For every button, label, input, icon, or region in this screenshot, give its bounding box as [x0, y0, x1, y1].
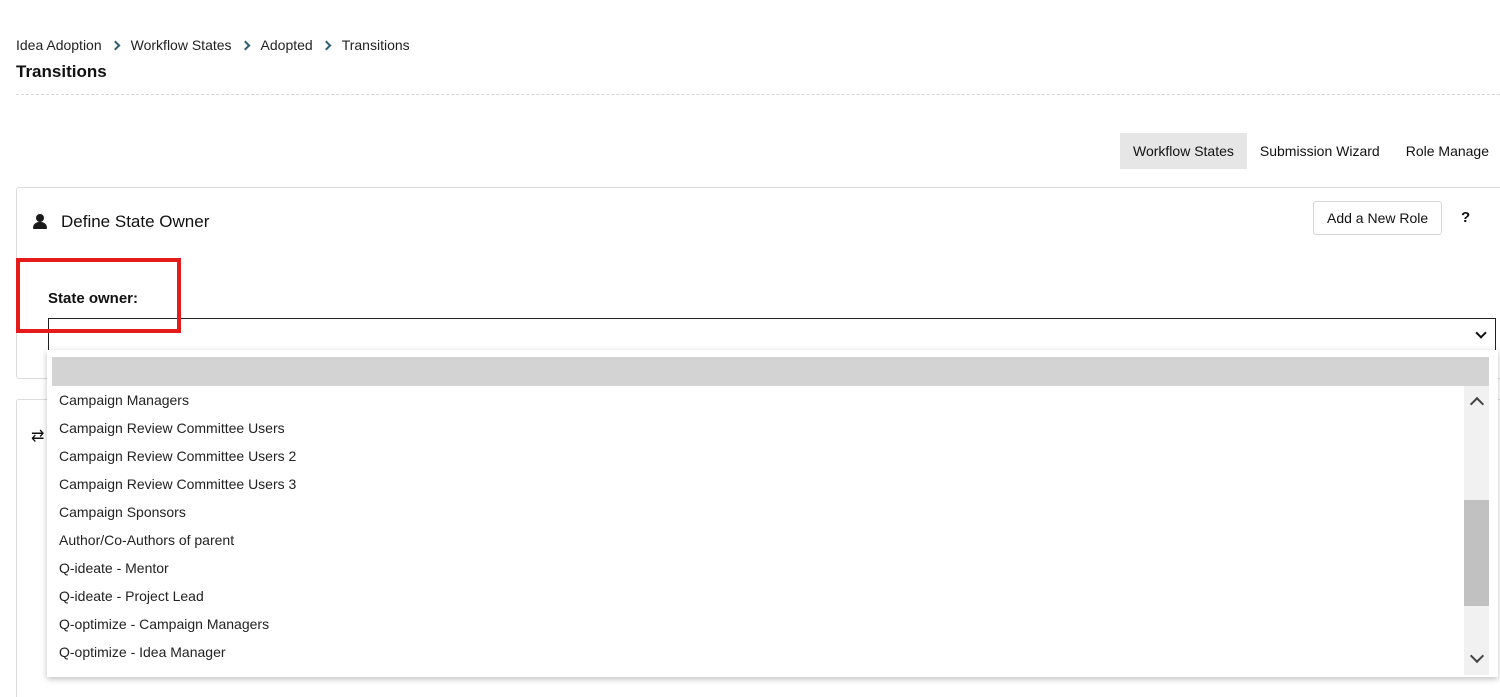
- tab-bar: Workflow States Submission Wizard Role M…: [1120, 133, 1500, 169]
- card-title: Define State Owner: [61, 212, 210, 231]
- option-campaign-review-committee-users[interactable]: Campaign Review Committee Users: [47, 414, 1463, 442]
- option-campaign-sponsors[interactable]: Campaign Sponsors: [47, 498, 1463, 526]
- breadcrumb-transitions[interactable]: Transitions: [342, 37, 410, 53]
- tab-workflow-states[interactable]: Workflow States: [1120, 133, 1247, 169]
- scroll-up-arrow-icon[interactable]: [1464, 386, 1489, 414]
- state-owner-label: State owner:: [48, 290, 139, 307]
- help-icon[interactable]: ?: [1461, 209, 1470, 226]
- option-list: Campaign Managers Campaign Review Commit…: [47, 386, 1463, 666]
- breadcrumb-idea-adoption[interactable]: Idea Adoption: [16, 37, 102, 53]
- blank-option[interactable]: [52, 357, 1489, 386]
- option-q-ideate-mentor[interactable]: Q-ideate - Mentor: [47, 554, 1463, 582]
- tab-submission-wizard[interactable]: Submission Wizard: [1247, 133, 1393, 169]
- option-campaign-review-committee-users-3[interactable]: Campaign Review Committee Users 3: [47, 470, 1463, 498]
- option-author-co-authors-of-parent[interactable]: Author/Co-Authors of parent: [47, 526, 1463, 554]
- option-campaign-review-committee-users-2[interactable]: Campaign Review Committee Users 2: [47, 442, 1463, 470]
- transfer-arrows-icon: ⇄: [31, 428, 45, 445]
- add-new-role-button[interactable]: Add a New Role: [1313, 201, 1443, 235]
- option-campaign-managers[interactable]: Campaign Managers: [47, 386, 1463, 414]
- chevron-right-icon: [240, 40, 250, 50]
- breadcrumb-adopted[interactable]: Adopted: [261, 37, 313, 53]
- state-owner-dropdown-list: Campaign Managers Campaign Review Commit…: [47, 350, 1498, 677]
- tab-role-manager[interactable]: Role Manage: [1393, 133, 1500, 169]
- scrollbar-thumb[interactable]: [1464, 500, 1489, 606]
- user-icon: [33, 214, 47, 230]
- breadcrumb: Idea Adoption Workflow States Adopted Tr…: [16, 37, 410, 53]
- scroll-down-arrow-icon[interactable]: [1464, 647, 1489, 675]
- chevron-right-icon: [110, 40, 121, 50]
- card-header: Define State Owner: [33, 212, 209, 232]
- option-q-optimize-campaign-managers[interactable]: Q-optimize - Campaign Managers: [47, 610, 1463, 638]
- dropdown-scrollbar[interactable]: [1464, 386, 1489, 675]
- chevron-down-icon: [1475, 327, 1487, 339]
- option-q-ideate-project-lead[interactable]: Q-ideate - Project Lead: [47, 582, 1463, 610]
- option-q-optimize-idea-manager[interactable]: Q-optimize - Idea Manager: [47, 638, 1463, 666]
- state-owner-select[interactable]: [48, 318, 1496, 351]
- chevron-right-icon: [321, 40, 332, 50]
- page-title: Transitions: [16, 62, 107, 81]
- divider: [16, 94, 1500, 95]
- breadcrumb-workflow-states[interactable]: Workflow States: [131, 37, 232, 53]
